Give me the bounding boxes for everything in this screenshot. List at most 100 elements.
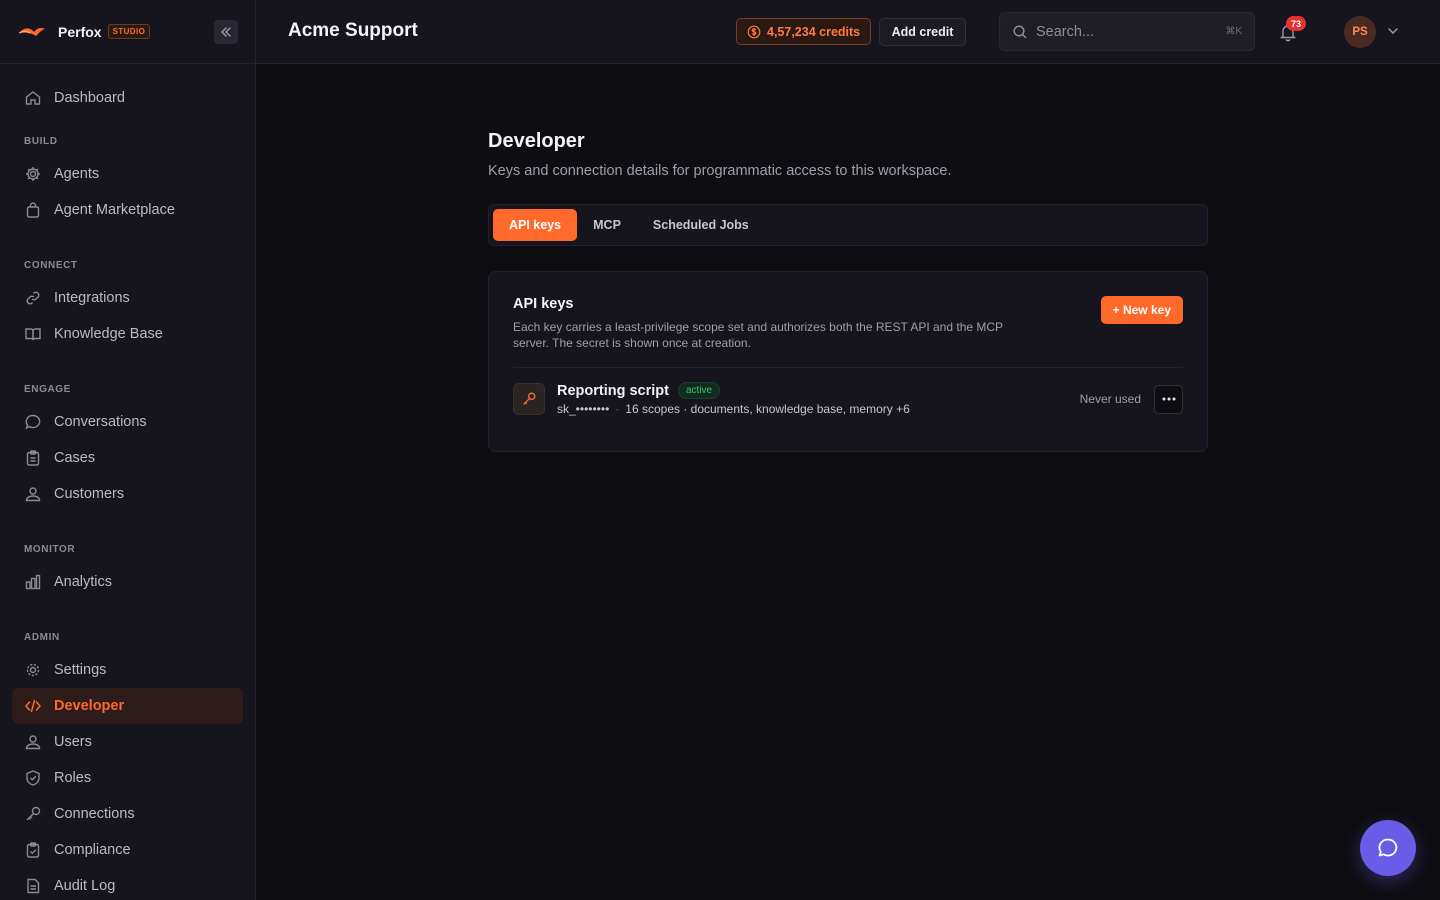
card-description: Each key carries a least-privilege scope… <box>513 320 1003 350</box>
sidebar: Perfox STUDIO Dashboard BUILD Agents Age… <box>0 0 256 900</box>
sidebar-item-label: Analytics <box>54 574 113 590</box>
search-icon <box>1013 24 1027 39</box>
sidebar-item-users[interactable]: Users <box>12 724 243 760</box>
main-content: Developer Keys and connection details fo… <box>488 130 1208 452</box>
nav-section-engage: ENGAGE <box>24 383 71 395</box>
sidebar-item-connections[interactable]: Connections <box>12 796 243 832</box>
perfox-logo-icon <box>18 27 45 36</box>
avatar[interactable]: PS <box>1344 16 1376 48</box>
link-icon <box>26 291 40 305</box>
chevron-down-icon[interactable] <box>1386 24 1400 38</box>
sidebar-item-agent-marketplace[interactable]: Agent Marketplace <box>12 192 243 228</box>
users-icon <box>25 735 41 750</box>
sidebar-item-conversations[interactable]: Conversations <box>12 404 243 440</box>
chevrons-left-icon <box>221 27 231 37</box>
shield-icon <box>26 770 40 786</box>
sidebar-item-label: Compliance <box>54 842 131 858</box>
page-subtitle: Keys and connection details for programm… <box>488 163 952 179</box>
tab-bar: API keys MCP Scheduled Jobs <box>488 204 1208 246</box>
api-key-row: Reporting script active sk_•••••••• · 16… <box>513 382 1183 416</box>
tab-api-keys[interactable]: API keys <box>493 209 578 241</box>
shopping-bag-icon <box>26 202 40 218</box>
home-icon <box>25 91 41 105</box>
nav-section-monitor: MONITOR <box>24 543 76 555</box>
sidebar-item-label: Developer <box>54 698 125 714</box>
key-badge <box>513 383 545 415</box>
sidebar-item-integrations[interactable]: Integrations <box>12 280 243 316</box>
tab-scheduled-jobs[interactable]: Scheduled Jobs <box>637 209 765 241</box>
users-icon <box>25 487 41 502</box>
sidebar-item-analytics[interactable]: Analytics <box>12 564 243 600</box>
sidebar-item-label: Conversations <box>54 414 147 430</box>
workspace-title: Acme Support <box>288 20 418 41</box>
sidebar-item-label: Connections <box>54 806 135 822</box>
notification-count-badge: 73 <box>1286 16 1306 31</box>
bar-chart-icon <box>25 574 41 590</box>
chat-bubble-icon <box>1378 838 1398 857</box>
nav-section-admin: ADMIN <box>24 631 60 643</box>
sidebar-item-dashboard[interactable]: Dashboard <box>12 80 243 116</box>
sidebar-item-label: Dashboard <box>54 90 125 106</box>
search-input[interactable] <box>1036 23 1226 40</box>
api-keys-card: API keys Each key carries a least-privil… <box>488 271 1208 452</box>
more-horizontal-icon <box>1162 397 1175 401</box>
status-badge: active <box>677 382 721 399</box>
code-icon <box>25 699 41 713</box>
add-credit-button[interactable]: Add credit <box>879 18 966 46</box>
sidebar-item-label: Roles <box>54 770 92 786</box>
coin-icon <box>747 25 761 38</box>
search-box[interactable]: ⌘K <box>999 12 1255 51</box>
page-title: Developer <box>488 130 585 152</box>
sidebar-item-label: Cases <box>54 450 96 466</box>
clipboard-check-icon <box>26 842 40 858</box>
sidebar-item-label: Knowledge Base <box>54 326 163 342</box>
key-icon <box>523 392 536 405</box>
sidebar-item-label: Integrations <box>54 290 130 306</box>
chat-bubble-icon <box>25 414 41 430</box>
sidebar-item-label: Settings <box>54 662 107 678</box>
clipboard-icon <box>26 450 40 466</box>
card-title: API keys <box>513 296 574 312</box>
brand-name: Perfox <box>58 23 102 40</box>
document-icon <box>27 878 40 894</box>
credits-amount: 4,57,234 credits <box>767 24 861 39</box>
search-shortcut: ⌘K <box>1225 26 1242 37</box>
sidebar-item-cases[interactable]: Cases <box>12 440 243 476</box>
key-prefix: sk_•••••••• <box>557 402 610 416</box>
key-meta: sk_•••••••• · 16 scopes · documents, kno… <box>557 402 1080 416</box>
sidebar-item-label: Customers <box>54 486 125 502</box>
key-scopes: 16 scopes · documents, knowledge base, m… <box>625 402 910 416</box>
gear-icon <box>26 167 40 181</box>
chat-launcher-button[interactable] <box>1360 820 1416 876</box>
sidebar-item-label: Agent Marketplace <box>54 202 175 218</box>
key-info: Reporting script active sk_•••••••• · 16… <box>557 382 1080 416</box>
credits-badge[interactable]: 4,57,234 credits <box>736 18 871 45</box>
sidebar-item-agents[interactable]: Agents <box>12 156 243 192</box>
sidebar-item-audit-log[interactable]: Audit Log <box>12 868 243 900</box>
divider <box>513 367 1183 368</box>
topbar: Acme Support 4,57,234 credits Add credit… <box>256 0 1440 64</box>
sidebar-item-settings[interactable]: Settings <box>12 652 243 688</box>
sidebar-item-customers[interactable]: Customers <box>12 476 243 512</box>
sidebar-item-developer[interactable]: Developer <box>12 688 243 724</box>
brand-badge: STUDIO <box>107 24 151 39</box>
book-icon <box>25 328 41 341</box>
nav-section-build: BUILD <box>24 135 58 147</box>
brand: Perfox STUDIO <box>0 0 255 64</box>
nav-section-connect: CONNECT <box>24 259 78 271</box>
sidebar-nav: Dashboard BUILD Agents Agent Marketplace… <box>0 64 255 900</box>
sidebar-item-label: Users <box>54 734 92 750</box>
key-icon <box>26 806 41 821</box>
sidebar-item-label: Audit Log <box>54 878 116 894</box>
sidebar-item-compliance[interactable]: Compliance <box>12 832 243 868</box>
key-more-button[interactable] <box>1154 384 1183 414</box>
sidebar-item-knowledge-base[interactable]: Knowledge Base <box>12 316 243 352</box>
new-key-button[interactable]: + New key <box>1100 296 1183 324</box>
collapse-sidebar-button[interactable] <box>214 20 238 44</box>
sidebar-item-roles[interactable]: Roles <box>12 760 243 796</box>
key-last-used: Never used <box>1079 392 1141 406</box>
tab-mcp[interactable]: MCP <box>577 209 637 241</box>
sidebar-item-label: Agents <box>54 166 100 182</box>
key-name: Reporting script <box>557 382 669 399</box>
separator-dot: · <box>615 402 620 416</box>
